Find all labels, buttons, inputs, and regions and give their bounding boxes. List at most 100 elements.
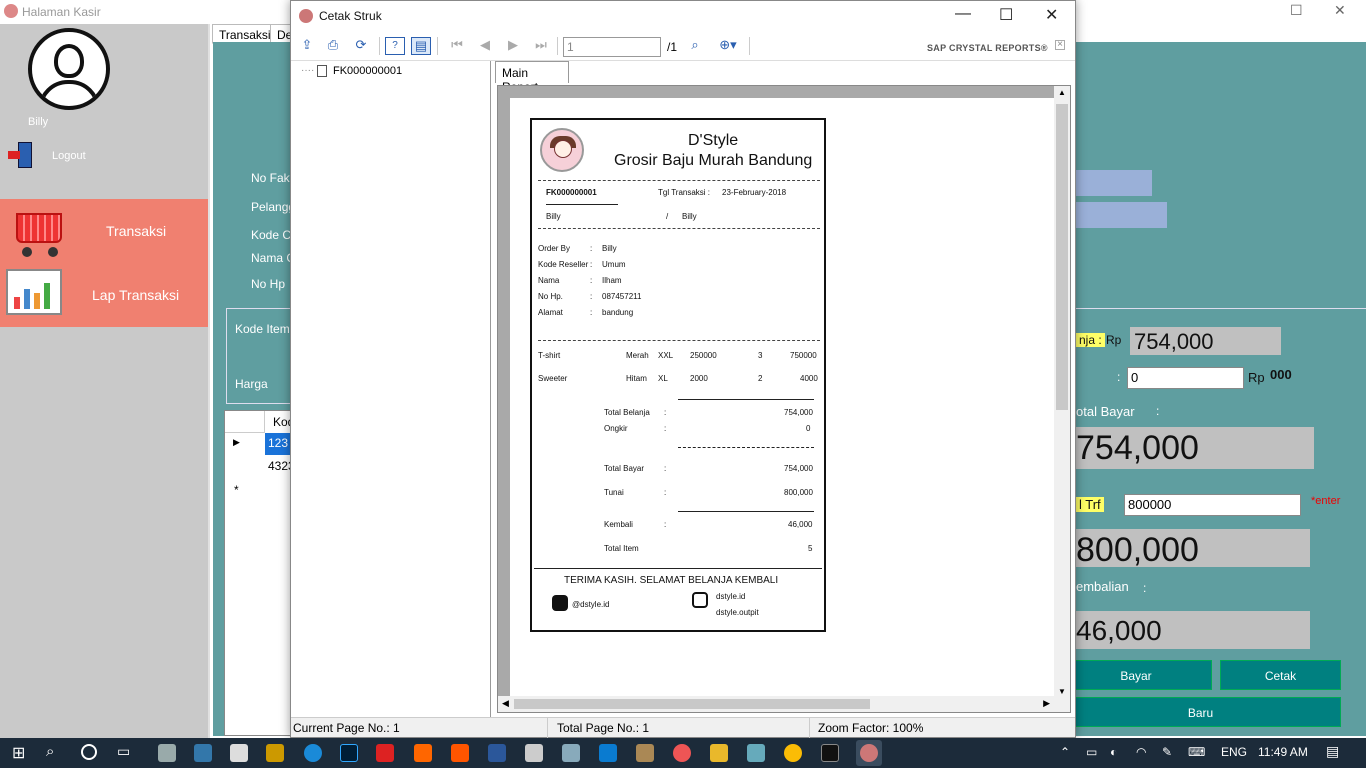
- export-icon[interactable]: ⇪: [297, 37, 317, 55]
- currency-label: Rp: [1106, 333, 1122, 347]
- battery-icon[interactable]: ▭: [1086, 745, 1097, 759]
- total-bayar-label: otal Bayar: [1076, 404, 1135, 419]
- tgl-label: Tgl Transaksi :: [658, 188, 711, 197]
- scroll-thumb[interactable]: [514, 699, 870, 709]
- vscode-icon[interactable]: [599, 744, 617, 762]
- app-icon[interactable]: [194, 744, 212, 762]
- scroll-down-icon[interactable]: ▼: [1058, 687, 1066, 696]
- xampp-icon[interactable]: [414, 744, 432, 762]
- app-icon[interactable]: [747, 744, 765, 762]
- pelanggan-field[interactable]: [1076, 202, 1167, 228]
- transfer-input[interactable]: 800000: [1124, 494, 1301, 516]
- receipt-faktur: FK000000001: [546, 188, 597, 197]
- cortana-icon[interactable]: [81, 744, 97, 760]
- label-harga: Harga: [235, 377, 268, 391]
- info-label: Nama: [538, 276, 560, 285]
- faktur-field[interactable]: [1076, 170, 1152, 196]
- app-icon[interactable]: [562, 744, 580, 762]
- menu-item-transaksi[interactable]: Transaksi: [0, 199, 208, 263]
- close-toolbar-icon[interactable]: ×: [1055, 40, 1065, 50]
- refresh-icon[interactable]: ⟳: [351, 37, 371, 55]
- find-binoculars-icon[interactable]: ⌕: [685, 37, 705, 55]
- network-icon[interactable]: ◐: [1110, 745, 1117, 759]
- keyboard-icon[interactable]: ⌨: [1188, 745, 1205, 759]
- active-app-icon[interactable]: [860, 744, 878, 762]
- row-pointer-icon: ▶: [233, 437, 240, 447]
- help-icon[interactable]: ?: [385, 37, 405, 55]
- windows-start-icon[interactable]: ⊞: [12, 743, 30, 762]
- previous-page-icon[interactable]: ◀: [475, 37, 495, 55]
- label-kode-item: Kode Item /: [235, 322, 297, 336]
- vertical-scrollbar[interactable]: ▲ ▼: [1054, 86, 1070, 698]
- app-icon[interactable]: [636, 744, 654, 762]
- first-page-icon[interactable]: ⏮: [447, 37, 467, 55]
- chevron-up-icon[interactable]: ⌃: [1060, 745, 1070, 759]
- last-page-icon[interactable]: ⏭: [531, 37, 551, 55]
- chrome-icon[interactable]: [784, 744, 802, 762]
- wifi-icon[interactable]: ◠: [1136, 745, 1146, 759]
- tree-node-faktur[interactable]: FK000000001: [333, 65, 402, 77]
- total-value: 0: [806, 424, 811, 433]
- store-icon[interactable]: [230, 744, 248, 762]
- next-page-icon[interactable]: ▶: [503, 37, 523, 55]
- items-grid[interactable]: Kod ▶ 123 4323 *: [224, 410, 295, 736]
- ongkir-input[interactable]: 0: [1127, 367, 1244, 389]
- terminal-icon[interactable]: [821, 744, 839, 762]
- group-tree-toggle-icon[interactable]: ▤: [411, 37, 431, 55]
- acrobat-icon[interactable]: [376, 744, 394, 762]
- file-explorer-icon[interactable]: [710, 744, 728, 762]
- scroll-thumb[interactable]: [1056, 104, 1068, 410]
- line-id: @dstyle.id: [572, 600, 610, 609]
- scroll-left-icon[interactable]: ◀: [502, 698, 509, 709]
- zoom-icon[interactable]: ⊕▾: [713, 37, 743, 55]
- total-belanja-label: nja :: [1076, 333, 1105, 347]
- edge-icon[interactable]: [304, 744, 322, 762]
- bayar-button[interactable]: Bayar: [1060, 660, 1212, 690]
- clock[interactable]: 11:49 AM: [1258, 745, 1308, 759]
- divider: [1076, 308, 1366, 309]
- language-indicator[interactable]: ENG: [1221, 745, 1247, 759]
- app-icon[interactable]: [158, 744, 176, 762]
- close-icon[interactable]: ✕: [1045, 5, 1058, 25]
- firefox-icon[interactable]: [673, 744, 691, 762]
- maximize-icon[interactable]: ☐: [999, 5, 1013, 25]
- tree-connector: ····: [301, 65, 315, 76]
- tab-main-report[interactable]: Main Report: [495, 61, 569, 94]
- toolbar-separator: [437, 37, 438, 55]
- tab-transaksi[interactable]: Transaksi: [212, 24, 278, 44]
- dialog-titlebar: Cetak Struk — ☐ ✕: [291, 1, 1075, 31]
- total-label: Total Bayar: [604, 464, 645, 473]
- page-number-input[interactable]: 1: [563, 37, 661, 57]
- cetak-button[interactable]: Cetak: [1220, 660, 1341, 690]
- baru-button[interactable]: Baru: [1060, 697, 1341, 727]
- search-icon[interactable]: ⌕: [46, 743, 64, 761]
- notifications-icon[interactable]: ▤: [1326, 743, 1339, 760]
- slash: /: [666, 212, 669, 221]
- minimize-icon[interactable]: —: [955, 5, 971, 23]
- app-icon[interactable]: [266, 744, 284, 762]
- task-view-icon[interactable]: ▭: [117, 743, 135, 761]
- photoshop-icon[interactable]: [340, 744, 358, 762]
- close-icon[interactable]: ✕: [1334, 2, 1346, 19]
- print-dialog: Cetak Struk — ☐ ✕ ⇪ ⎙ ⟳ ? ▤ ⏮ ◀ ▶ ⏭ 1 /1…: [290, 0, 1076, 738]
- scroll-up-icon[interactable]: ▲: [1058, 88, 1066, 97]
- app-icon[interactable]: [451, 744, 469, 762]
- word-icon[interactable]: [488, 744, 506, 762]
- divider: [678, 399, 814, 400]
- print-icon[interactable]: ⎙: [323, 37, 343, 55]
- total-value: 800,000: [784, 488, 813, 497]
- menu-item-lap-transaksi[interactable]: Lap Transaksi: [0, 263, 208, 327]
- info-value: bandung: [602, 308, 634, 317]
- username: Billy: [28, 116, 49, 128]
- horizontal-scrollbar[interactable]: ◀ ▶: [498, 696, 1070, 712]
- total-colon: :: [664, 464, 667, 473]
- pen-icon[interactable]: ✎: [1162, 745, 1172, 759]
- app-icon[interactable]: [525, 744, 543, 762]
- total-label: Total Belanja: [604, 408, 650, 417]
- maximize-icon[interactable]: ☐: [1290, 2, 1303, 19]
- total-page-status: Total Page No.: 1: [557, 721, 650, 735]
- total-value: 754,000: [784, 464, 813, 473]
- logout-icon[interactable]: [8, 142, 34, 168]
- logout-button[interactable]: Logout: [52, 150, 86, 162]
- scroll-right-icon[interactable]: ▶: [1043, 698, 1050, 709]
